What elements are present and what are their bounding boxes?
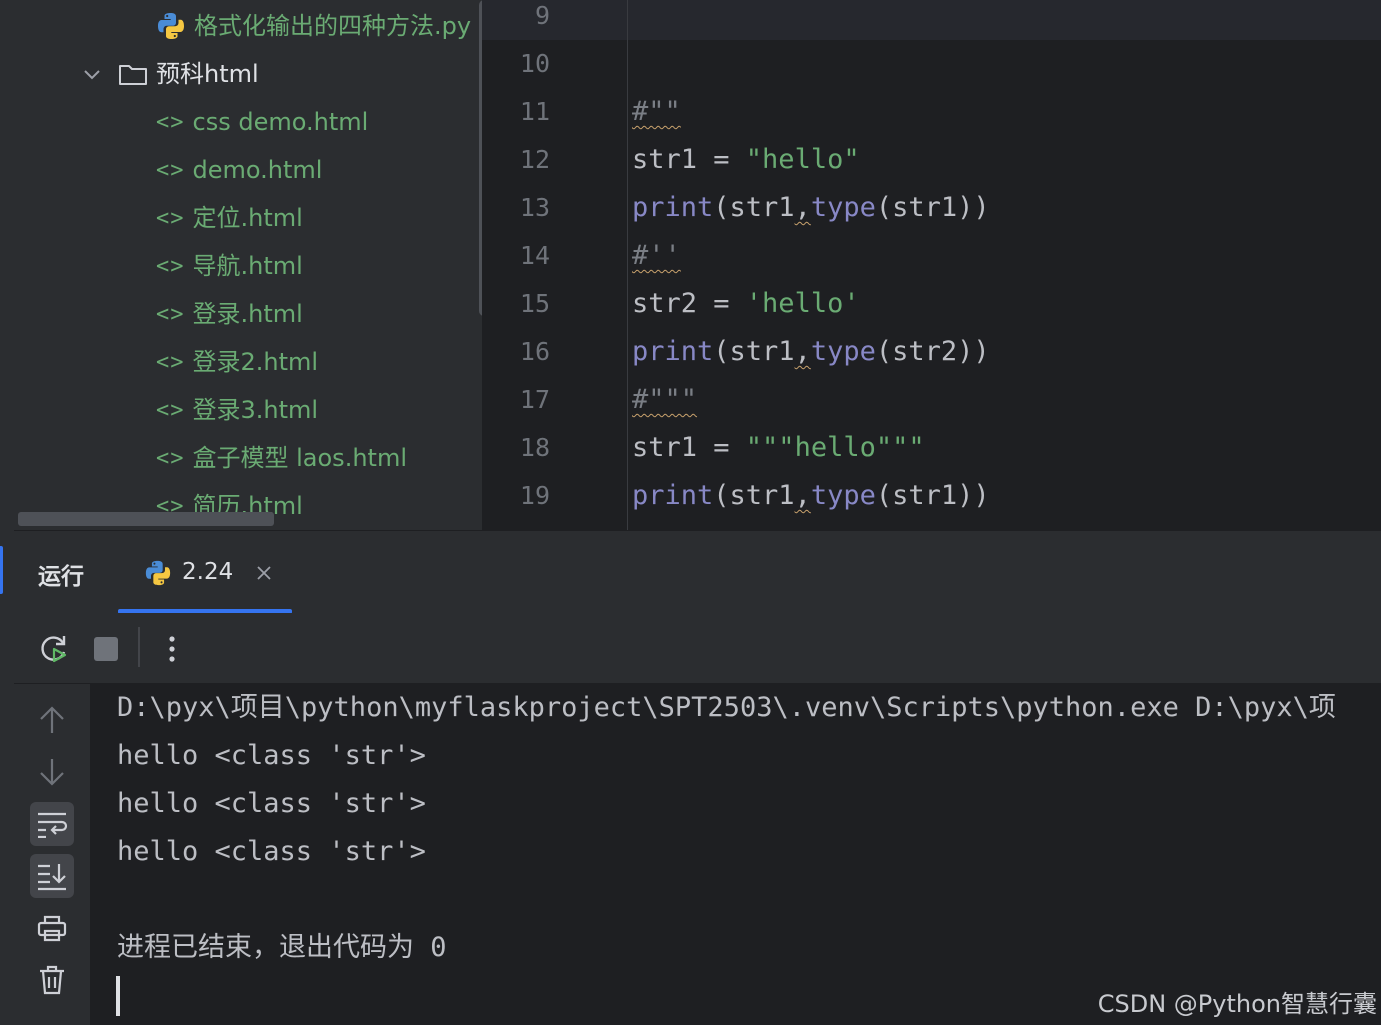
- console-line: hello <class 'str'>: [117, 788, 426, 819]
- code-line[interactable]: str1 = "hello": [632, 136, 860, 184]
- tree-item-html-file[interactable]: <> css demo.html: [14, 98, 482, 146]
- python-icon: [144, 559, 172, 591]
- tree-folder-yuke-html[interactable]: 预科html: [14, 50, 482, 98]
- tree-item-html-file[interactable]: <> 盒子模型 laos.html: [14, 434, 482, 482]
- line-number: 9: [534, 1, 550, 30]
- tree-item-label: 预科html: [156, 60, 259, 88]
- tree-item-label: 导航.html: [192, 252, 303, 280]
- current-line-highlight: [482, 0, 1381, 40]
- console-line: D:\pyx\项目\python\myflaskproject\SPT2503\…: [117, 692, 1336, 723]
- gutter-divider: [627, 0, 628, 530]
- close-icon[interactable]: [254, 559, 274, 589]
- code-line[interactable]: print(str1,type(str2)): [632, 328, 990, 376]
- console-line: hello <class 'str'>: [117, 740, 426, 771]
- trash-icon[interactable]: [30, 958, 74, 1002]
- tree-item-label: demo.html: [192, 156, 323, 184]
- run-tool-indicator: [0, 546, 3, 594]
- tree-item-label: 登录.html: [192, 300, 303, 328]
- html-file-icon: <>: [156, 205, 185, 231]
- html-file-icon: <>: [156, 445, 185, 471]
- line-number: 19: [519, 481, 550, 510]
- line-number: 14: [519, 241, 550, 270]
- watermark: CSDN @Python智慧行囊: [1097, 990, 1377, 1018]
- console-line: hello <class 'str'>: [117, 836, 426, 867]
- line-number: 16: [519, 337, 550, 366]
- chevron-down-icon[interactable]: [82, 50, 102, 98]
- html-file-icon: <>: [156, 253, 185, 279]
- run-toolbar: [14, 613, 1381, 683]
- code-line[interactable]: #'': [632, 232, 681, 280]
- tree-item-label: 格式化输出的四种方法.py: [194, 12, 472, 40]
- tree-item-label: 盒子模型 laos.html: [192, 444, 408, 472]
- html-file-icon: <>: [156, 109, 185, 135]
- code-line[interactable]: #"": [632, 88, 681, 136]
- html-file-icon: <>: [156, 397, 185, 423]
- tree-item-label: css demo.html: [192, 108, 369, 136]
- line-number: 18: [519, 433, 550, 462]
- soft-wrap-icon[interactable]: [30, 802, 74, 846]
- code-line[interactable]: print(str1,type(str1)): [632, 184, 990, 232]
- more-vertical-icon[interactable]: [152, 629, 192, 669]
- code-line[interactable]: str2 = 'hello': [632, 280, 860, 328]
- run-tool-window-title: 运行: [38, 564, 84, 590]
- run-tab-2-24[interactable]: 2.24: [118, 531, 292, 615]
- tree-item-html-file[interactable]: <> 登录2.html: [14, 338, 482, 386]
- tree-horizontal-scrollbar[interactable]: [18, 512, 274, 526]
- tree-item-html-file[interactable]: <> 登录3.html: [14, 386, 482, 434]
- console-side-toolbar: [14, 684, 90, 1025]
- code-line[interactable]: #""": [632, 376, 697, 424]
- line-number: 17: [519, 385, 550, 414]
- arrow-down-icon[interactable]: [30, 750, 74, 794]
- stop-icon[interactable]: [86, 629, 126, 669]
- line-number: 11: [519, 97, 550, 126]
- code-editor[interactable]: 9 10 11 12 13 14 15 16 17 18 19 #"" str1…: [482, 0, 1381, 530]
- tree-item-label: 登录2.html: [192, 348, 319, 376]
- python-file-icon: [156, 11, 186, 41]
- tree-item-html-file[interactable]: <> 导航.html: [14, 242, 482, 290]
- line-number: 15: [519, 289, 550, 318]
- run-tool-window-header: 运行 2.24: [14, 530, 1381, 614]
- tree-item-python-file[interactable]: 格式化输出的四种方法.py: [14, 2, 482, 50]
- arrow-up-icon[interactable]: [30, 698, 74, 742]
- scroll-to-end-icon[interactable]: [30, 854, 74, 898]
- line-number: 13: [519, 193, 550, 222]
- line-number: 10: [519, 49, 550, 78]
- line-number: 12: [519, 145, 550, 174]
- run-tab-label: 2.24: [182, 559, 234, 585]
- tree-item-html-file[interactable]: <> demo.html: [14, 146, 482, 194]
- tree-item-html-file[interactable]: <> 定位.html: [14, 194, 482, 242]
- project-tree: 格式化输出的四种方法.py 预科html <> css demo.html <>…: [14, 0, 482, 530]
- folder-icon: [118, 62, 148, 90]
- rerun-icon[interactable]: [34, 629, 74, 669]
- print-icon[interactable]: [30, 906, 74, 950]
- tree-item-html-file[interactable]: <> 登录.html: [14, 290, 482, 338]
- console-caret: [116, 976, 120, 1016]
- code-line[interactable]: str1 = """hello""": [632, 424, 925, 472]
- html-file-icon: <>: [156, 301, 185, 327]
- tree-item-label: 登录3.html: [192, 396, 319, 424]
- code-line[interactable]: print(str1,type(str1)): [632, 472, 990, 520]
- activity-strip: [0, 0, 14, 1025]
- html-file-icon: <>: [156, 157, 185, 183]
- console-line: 进程已结束，退出代码为 0: [117, 932, 447, 963]
- toolbar-separator: [138, 627, 140, 667]
- html-file-icon: <>: [156, 349, 185, 375]
- tree-item-label: 定位.html: [192, 204, 303, 232]
- console-output[interactable]: D:\pyx\项目\python\myflaskproject\SPT2503\…: [90, 684, 1381, 1025]
